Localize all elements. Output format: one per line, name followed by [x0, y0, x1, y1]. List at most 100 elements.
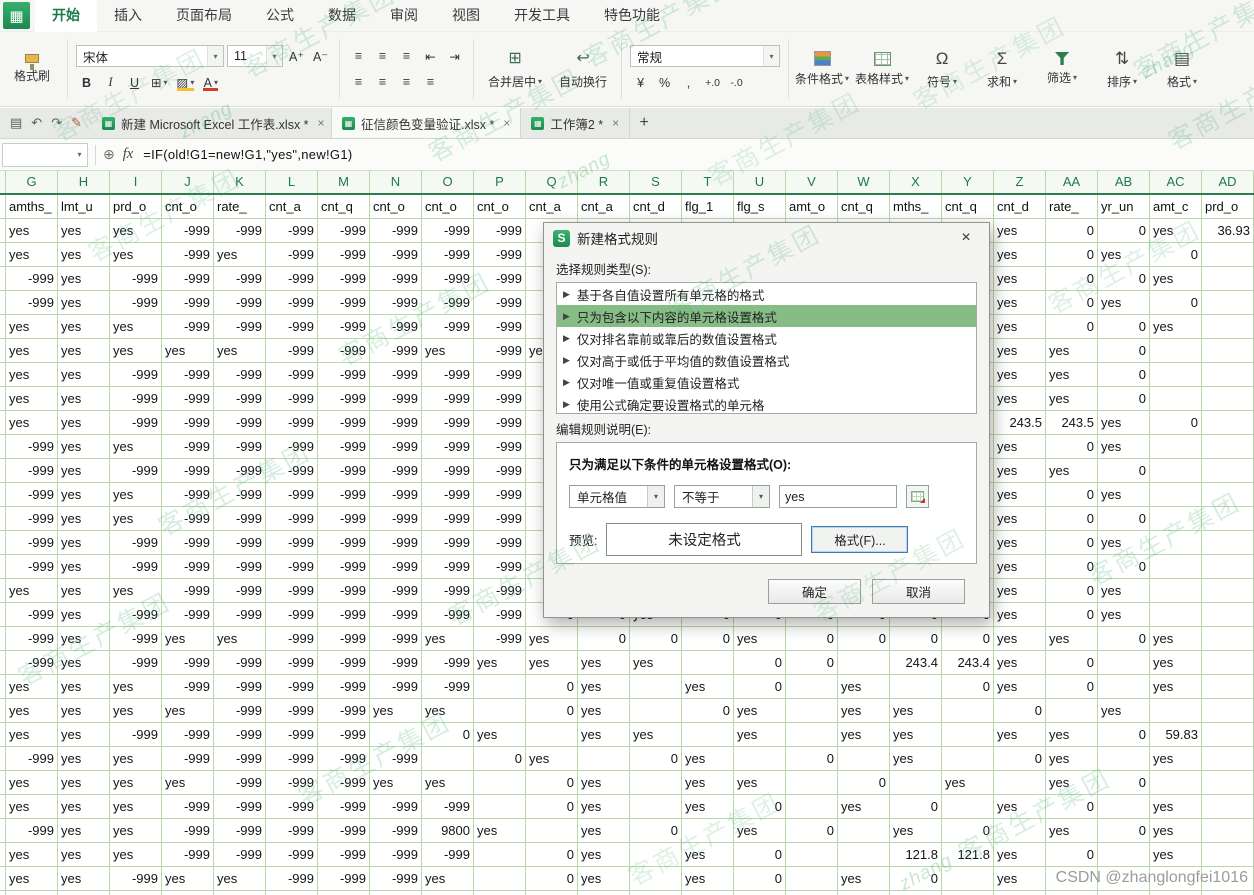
cell[interactable]: yes	[1098, 411, 1150, 435]
cell[interactable]: 0	[734, 867, 786, 891]
cell[interactable]: -999	[370, 243, 422, 267]
cell[interactable]	[1202, 267, 1254, 291]
cell[interactable]: -999	[266, 531, 318, 555]
cell[interactable]: -999	[422, 651, 474, 675]
cell[interactable]: prd_o	[1202, 195, 1254, 219]
cell[interactable]: yes	[162, 627, 214, 651]
cell[interactable]: yes	[994, 435, 1046, 459]
cell[interactable]	[1150, 435, 1202, 459]
cell[interactable]: -999	[266, 435, 318, 459]
cell[interactable]: yes	[110, 243, 162, 267]
cell[interactable]: -999	[422, 363, 474, 387]
cell[interactable]	[474, 843, 526, 867]
cell[interactable]	[786, 771, 838, 795]
cell[interactable]: yes	[110, 747, 162, 771]
cell[interactable]: yes	[994, 267, 1046, 291]
cell[interactable]: yes	[58, 219, 110, 243]
cell[interactable]: -999	[110, 459, 162, 483]
column-header-AC[interactable]: AC	[1150, 171, 1202, 193]
cell[interactable]: -999	[370, 603, 422, 627]
cell[interactable]: -999	[318, 795, 370, 819]
cell[interactable]: -999	[6, 603, 58, 627]
rule-type-item-4[interactable]: ▶ 仅对高于或低于平均值的数值设置格式	[557, 349, 976, 371]
cell[interactable]: -999	[474, 315, 526, 339]
cell[interactable]	[1202, 771, 1254, 795]
cell[interactable]: yes	[58, 267, 110, 291]
column-header-Q[interactable]: Q	[526, 171, 578, 193]
cell[interactable]: yes	[994, 291, 1046, 315]
cell[interactable]: -999	[370, 363, 422, 387]
cell[interactable]: yes	[578, 795, 630, 819]
column-header-R[interactable]: R	[578, 171, 630, 193]
cell[interactable]: 0	[734, 675, 786, 699]
cell[interactable]: -999	[162, 411, 214, 435]
cell[interactable]: 0	[786, 627, 838, 651]
column-header-W[interactable]: W	[838, 171, 890, 193]
cell[interactable]: yes	[58, 435, 110, 459]
cell[interactable]: -999	[162, 435, 214, 459]
cell[interactable]: yes	[58, 867, 110, 891]
cell[interactable]: yes	[838, 867, 890, 891]
cell[interactable]: yes	[526, 747, 578, 771]
cell[interactable]: yes	[214, 339, 266, 363]
cell[interactable]: -999	[214, 699, 266, 723]
cell[interactable]: 0	[1098, 459, 1150, 483]
cell[interactable]	[1202, 531, 1254, 555]
cell[interactable]	[1098, 795, 1150, 819]
cell[interactable]: yes	[110, 675, 162, 699]
cell[interactable]: cnt_q	[318, 195, 370, 219]
cell[interactable]: 121.8	[890, 843, 942, 867]
cell[interactable]	[942, 891, 994, 895]
cell[interactable]: yes	[838, 675, 890, 699]
cell[interactable]: 0	[526, 675, 578, 699]
cell[interactable]: yes	[58, 387, 110, 411]
cell[interactable]: yes	[1046, 363, 1098, 387]
cell[interactable]: yes	[994, 555, 1046, 579]
cell[interactable]	[786, 891, 838, 895]
cell[interactable]	[1150, 483, 1202, 507]
cell[interactable]	[1098, 675, 1150, 699]
underline-button[interactable]: U	[124, 72, 145, 93]
cell[interactable]: yes	[370, 771, 422, 795]
cell[interactable]: -999	[266, 411, 318, 435]
cell[interactable]	[890, 771, 942, 795]
cell[interactable]	[526, 819, 578, 843]
cell[interactable]	[942, 747, 994, 771]
cell[interactable]: -999	[162, 483, 214, 507]
redo-icon[interactable]: ↷	[51, 115, 62, 131]
cell[interactable]: 121.8	[942, 843, 994, 867]
cell[interactable]: -999	[474, 291, 526, 315]
cell[interactable]: yes	[6, 675, 58, 699]
cell[interactable]: -999	[318, 459, 370, 483]
cell[interactable]: -999	[266, 819, 318, 843]
cell[interactable]: 0	[630, 747, 682, 771]
cell[interactable]: 0	[1046, 603, 1098, 627]
cell[interactable]: yes	[6, 411, 58, 435]
cell[interactable]: -999	[370, 579, 422, 603]
cell[interactable]: yes	[110, 843, 162, 867]
cell[interactable]: 0	[890, 867, 942, 891]
cell[interactable]: -999	[422, 435, 474, 459]
operator-select[interactable]: 不等于 ▾	[674, 485, 770, 508]
cell[interactable]: -999	[318, 507, 370, 531]
column-header-K[interactable]: K	[214, 171, 266, 193]
cell[interactable]: -999	[214, 843, 266, 867]
cell[interactable]: -999	[162, 603, 214, 627]
cell[interactable]: -999	[162, 651, 214, 675]
range-picker-button[interactable]	[906, 485, 929, 508]
cell[interactable]: -999	[266, 747, 318, 771]
cell[interactable]: yes	[422, 771, 474, 795]
cell[interactable]: -999	[422, 579, 474, 603]
cell[interactable]: -999	[214, 291, 266, 315]
cell[interactable]: lmt_u	[58, 195, 110, 219]
cell[interactable]: yes	[58, 339, 110, 363]
cell[interactable]: yes	[58, 507, 110, 531]
cell[interactable]	[1150, 363, 1202, 387]
fill-color-button[interactable]: ▨ ▾	[174, 72, 198, 93]
cell[interactable]: -999	[474, 363, 526, 387]
column-header-I[interactable]: I	[110, 171, 162, 193]
cell[interactable]: -999	[422, 219, 474, 243]
condition-value-input[interactable]	[779, 485, 897, 508]
cell[interactable]: -999	[474, 339, 526, 363]
ok-button[interactable]: 确定	[768, 579, 861, 604]
